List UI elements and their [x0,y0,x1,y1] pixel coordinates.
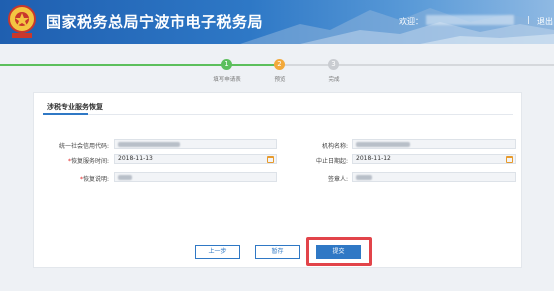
progress-steps: 1 2 3 填写申请表 预览 完成 [0,44,554,94]
redacted-value [356,141,410,147]
site-title: 国家税务总局宁波市电子税务局 [46,13,264,31]
restore-reason-label: *恢复说明: [79,176,109,183]
form-title: 涉税专业服务恢复 [47,103,103,111]
credit-code-label: 统一社会信用代码: [58,143,109,150]
welcome-text: 欢迎： [399,17,423,26]
step-line-1-2 [230,64,278,66]
calendar-icon[interactable] [506,156,513,163]
tax-emblem-logo [8,5,36,38]
org-name-label: 机构名称: [321,143,348,150]
step-1-label: 填写申请表 [213,77,241,83]
restore-reason-field[interactable] [114,172,277,182]
redacted-value [118,141,180,147]
prev-step-button[interactable]: 上一步 [195,245,240,259]
signer-label: 签章人: [327,176,348,183]
title-divider [43,114,513,115]
org-name-field[interactable] [352,139,516,149]
step-1-dot: 1 [221,59,232,70]
step-3-dot: 3 [328,59,339,70]
title-accent-bar [43,113,88,115]
redacted-value [118,174,132,180]
site-header: 国家税务总局宁波市电子税务局 欢迎： | 退出 [0,0,554,44]
signer-field[interactable] [352,172,516,182]
redacted-value [356,174,372,180]
step-line-left [0,64,224,66]
suspend-date-label: 中止日期起: [315,158,348,165]
step-line-right [338,64,554,66]
step-2-dot: 2 [274,59,285,70]
step-3-label: 完成 [328,77,340,83]
logout-link[interactable]: 退出 [537,16,553,27]
header-separator: | [527,15,530,24]
step-2-label: 预览 [274,77,286,83]
restore-date-label: *恢复服务时间: [67,158,109,165]
calendar-icon[interactable] [267,156,274,163]
save-draft-button[interactable]: 暂存 [255,245,300,259]
step-line-2-3 [284,64,332,66]
suspend-date-field[interactable]: 2018-11-12 [352,154,516,164]
submit-highlight-box [306,237,372,266]
user-name-redacted [426,15,514,25]
credit-code-field[interactable] [114,139,277,149]
restore-date-field[interactable]: 2018-11-13 [114,154,277,164]
